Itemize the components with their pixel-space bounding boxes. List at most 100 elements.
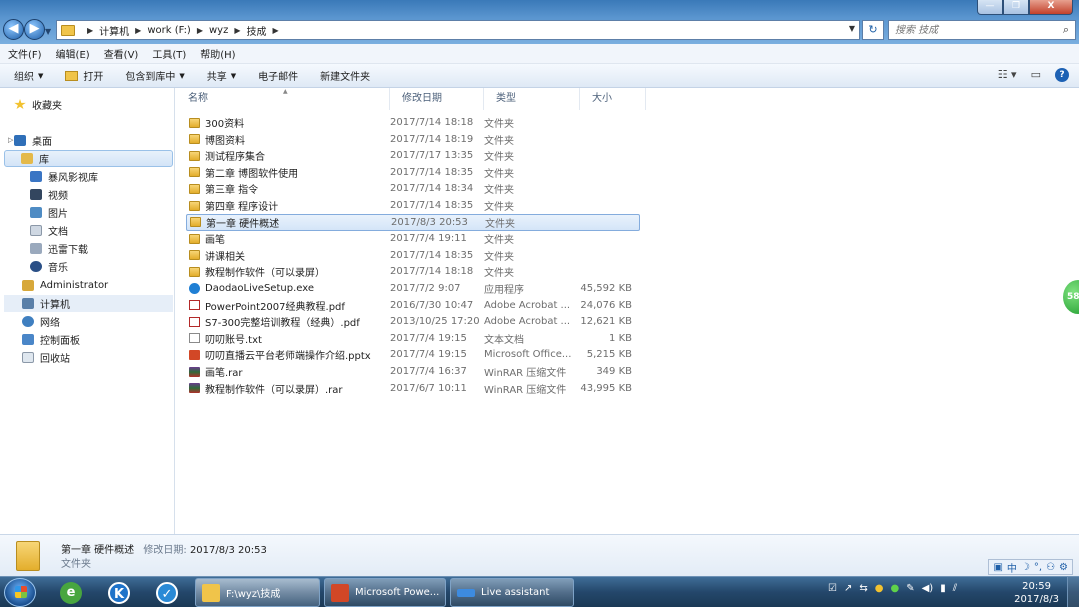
search-input[interactable] <box>889 21 1049 39</box>
close-button[interactable]: X <box>1029 0 1073 15</box>
help-icon[interactable]: ? <box>1055 68 1069 82</box>
tray-volume-icon[interactable]: ◀) <box>922 583 934 594</box>
sidebar-item-desktop[interactable]: 桌面 <box>14 132 52 149</box>
new-folder-button[interactable]: 新建文件夹 <box>320 68 370 83</box>
column-date[interactable]: 修改日期 <box>390 88 484 110</box>
chevron-right-icon[interactable]: ▶ <box>197 26 203 35</box>
menu-edit[interactable]: 编辑(E) <box>56 46 90 61</box>
pinned-app[interactable]: ✓ <box>146 579 188 606</box>
file-row[interactable]: 画笔.rar 2017/7/4 16:37 WinRAR 压缩文件 349 KB <box>186 363 640 380</box>
sidebar-item-documents[interactable]: 文档 <box>30 222 68 239</box>
show-desktop-button[interactable] <box>1067 577 1079 607</box>
organize-button[interactable]: 组织 ▼ <box>14 68 43 84</box>
sidebar-item-control-panel[interactable]: 控制面板 <box>22 331 80 348</box>
tray-signal-icon[interactable]: ⫽ <box>953 583 957 594</box>
ime-settings-icon[interactable]: ⚙ <box>1059 562 1068 573</box>
chevron-right-icon[interactable]: ▶ <box>87 26 93 35</box>
address-bar[interactable]: ▶ 计算机 ▶ work (F:) ▶ wyz ▶ 技成 ▶ ▼ <box>56 20 860 40</box>
folder-row[interactable]: 讲课相关 2017/7/14 18:35 文件夹 <box>186 247 640 264</box>
file-row[interactable]: DaodaoLiveSetup.exe 2017/7/2 9:07 应用程序 45,5… <box>186 280 640 297</box>
clock[interactable]: 20:59 2017/8/3 <box>1014 580 1059 606</box>
menu-file[interactable]: 文件(F) <box>8 46 42 61</box>
open-button[interactable]: 打开 <box>65 68 103 83</box>
file-row[interactable]: 教程制作软件（可以录屏）.rar 2017/6/7 10:11 WinRAR 压缩文… <box>186 380 640 397</box>
sidebar-item-recycle-bin[interactable]: 回收站 <box>22 349 70 366</box>
tray-check-icon[interactable]: ☑ <box>828 583 837 594</box>
task-powerpoint[interactable]: Microsoft Powe... <box>324 578 446 607</box>
sidebar-item-thunder[interactable]: 迅雷下载 <box>30 240 88 257</box>
file-row[interactable]: S7-300完整培训教程（经典）.pdf 2013/10/25 17:20 Adob… <box>186 313 640 330</box>
refresh-button[interactable]: ↻ <box>862 20 884 40</box>
folder-row[interactable]: 第三章 指令 2017/7/14 18:34 文件夹 <box>186 180 640 197</box>
folder-row[interactable]: 教程制作软件（可以录屏） 2017/7/14 18:18 文件夹 <box>186 263 640 280</box>
breadcrumb-jicheng[interactable]: 技成 <box>247 23 267 38</box>
search-icon[interactable]: ⌕ <box>1063 23 1069 37</box>
share-button[interactable]: 共享 ▼ <box>207 68 236 84</box>
task-explorer[interactable]: F:\wyz\技成 <box>195 578 320 607</box>
start-button[interactable] <box>4 578 36 607</box>
tray-network-icon[interactable]: ▮ <box>940 583 946 594</box>
minimize-button[interactable]: — <box>977 0 1003 15</box>
folder-row[interactable]: 第一章 硬件概述 2017/8/3 20:53 文件夹 <box>186 213 640 231</box>
tray-tools-icon[interactable]: ✎ <box>906 583 914 594</box>
sidebar-item-videos[interactable]: 视频 <box>30 186 68 203</box>
tray-ime-icon[interactable]: ⇆ <box>859 583 867 594</box>
forward-button[interactable]: ▶ <box>24 19 45 40</box>
menu-tools[interactable]: 工具(T) <box>152 46 186 61</box>
chevron-right-icon[interactable]: ▶ <box>273 26 279 35</box>
back-button[interactable]: ◀ <box>3 19 24 40</box>
ime-user-icon[interactable]: ⚇ <box>1046 562 1055 573</box>
details-modified-label: 修改日期: <box>143 545 187 556</box>
folder-row[interactable]: 画笔 2017/7/4 19:11 文件夹 <box>186 230 640 247</box>
sidebar-item-administrator[interactable]: Administrator <box>22 277 108 294</box>
file-size: 1 KB <box>609 332 632 344</box>
folder-row[interactable]: 第二章 博图软件使用 2017/7/14 18:35 文件夹 <box>186 164 640 181</box>
breadcrumb-drive[interactable]: work (F:) <box>147 25 191 36</box>
address-dropdown-icon[interactable]: ▼ <box>849 24 855 33</box>
ime-chinese-toggle[interactable]: 中 <box>1007 560 1017 575</box>
column-size[interactable]: 大小 <box>580 88 646 110</box>
ime-logo-icon[interactable]: ▣ <box>993 562 1002 573</box>
desktop-icon <box>14 135 26 146</box>
pinned-360-browser[interactable]: e <box>50 579 92 606</box>
tray-security-icon[interactable]: ● <box>890 583 899 594</box>
menu-view[interactable]: 查看(V) <box>104 46 139 61</box>
folder-row[interactable]: 300资料 2017/7/14 18:18 文件夹 <box>186 114 640 131</box>
maximize-button[interactable]: ❐ <box>1003 0 1029 15</box>
file-row[interactable]: PowerPoint2007经典教程.pdf 2016/7/30 10:47 Ado… <box>186 297 640 314</box>
recent-pages-dropdown[interactable]: ▼ <box>45 27 51 36</box>
sidebar-item-favorites[interactable]: 收藏夹 <box>14 96 62 113</box>
folder-row[interactable]: 测试程序集合 2017/7/17 13:35 文件夹 <box>186 147 640 164</box>
chevron-right-icon[interactable]: ▶ <box>234 26 240 35</box>
ime-punct-toggle[interactable]: °, <box>1034 562 1042 573</box>
sidebar-item-library[interactable]: 库 <box>4 150 173 167</box>
sidebar-item-computer[interactable]: 计算机 <box>4 295 173 312</box>
chevron-right-icon[interactable]: ▶ <box>135 26 141 35</box>
pinned-kugou[interactable]: K <box>98 579 140 606</box>
file-row[interactable]: 叨叨账号.txt 2017/7/4 19:15 文本文档 1 KB <box>186 330 640 347</box>
sidebar-item-music[interactable]: 音乐 <box>30 258 68 275</box>
expand-arrow-icon[interactable]: ▷ <box>8 136 13 144</box>
column-type[interactable]: 类型 <box>484 88 580 110</box>
tray-360-icon[interactable]: ● <box>875 583 884 594</box>
file-row[interactable]: 叨叨直播云平台老师端操作介绍.pptx 2017/7/4 19:15 Microso… <box>186 346 640 363</box>
folder-icon <box>189 233 200 244</box>
folder-row[interactable]: 博图资料 2017/7/14 18:19 文件夹 <box>186 131 640 148</box>
search-box[interactable]: ⌕ <box>888 20 1076 40</box>
sidebar-item-label: 迅雷下载 <box>48 245 88 256</box>
menu-help[interactable]: 帮助(H) <box>200 46 235 61</box>
sidebar-item-network[interactable]: 网络 <box>22 313 60 330</box>
sidebar-item-baofeng[interactable]: 暴风影视库 <box>30 168 98 185</box>
include-library-button[interactable]: 包含到库中 ▼ <box>125 68 184 84</box>
breadcrumb-computer[interactable]: 计算机 <box>99 23 129 38</box>
folder-row[interactable]: 第四章 程序设计 2017/7/14 18:35 文件夹 <box>186 197 640 214</box>
ime-moon-icon[interactable]: ☽ <box>1021 562 1030 573</box>
sidebar-item-pictures[interactable]: 图片 <box>30 204 68 221</box>
view-options-icon[interactable]: ☷ ▾ <box>998 68 1017 82</box>
tray-arrow-icon[interactable]: ↗ <box>844 583 852 594</box>
breadcrumb-wyz[interactable]: wyz <box>209 25 228 36</box>
email-button[interactable]: 电子邮件 <box>258 68 298 83</box>
task-live-assistant[interactable]: Live assistant <box>450 578 574 607</box>
column-name[interactable]: 名称 <box>176 88 390 110</box>
preview-pane-icon[interactable]: ▭ <box>1031 68 1041 82</box>
